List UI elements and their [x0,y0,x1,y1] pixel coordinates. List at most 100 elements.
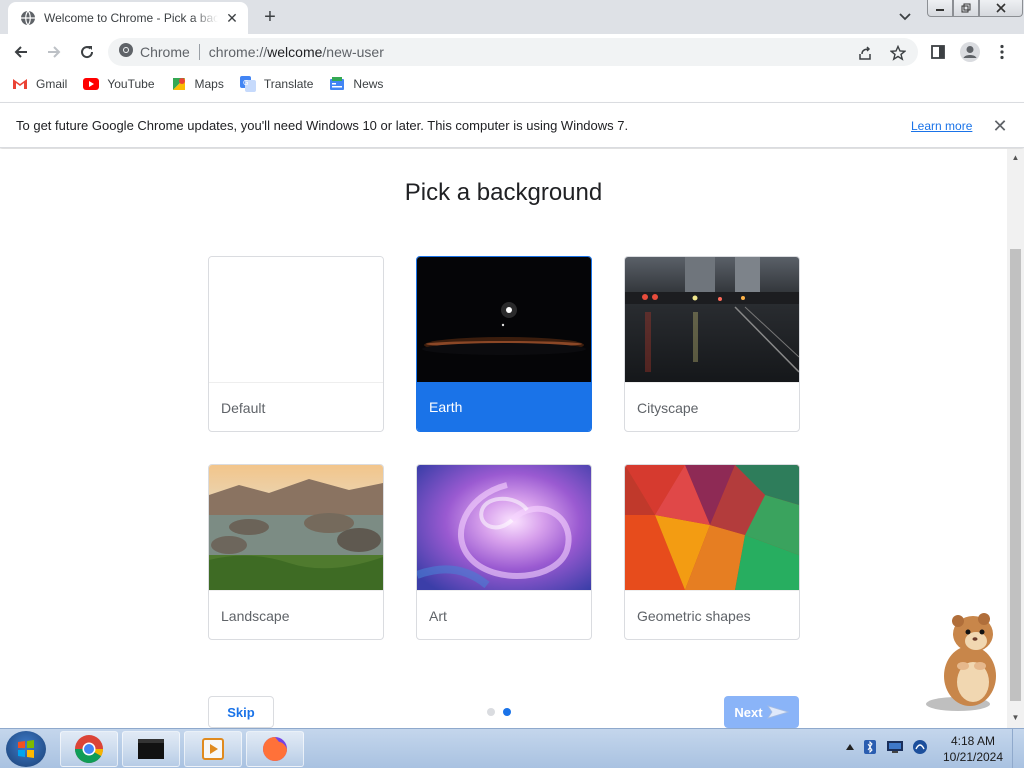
side-panel-button[interactable] [926,40,950,64]
youtube-icon [83,76,100,92]
share-icon[interactable] [856,44,874,62]
chrome-icon [75,735,103,763]
browser-toolbar: Chrome chrome://welcome/new-user [0,34,1024,70]
step-dot-2 [503,708,511,716]
forward-arrow-icon [48,46,61,58]
close-tab-icon[interactable]: ✕ [224,10,240,26]
tab-title: Welcome to Chrome - Pick a background [44,11,218,25]
reload-icon [81,46,94,59]
terminal-icon [138,739,164,759]
next-button[interactable]: Next [724,696,799,728]
gmail-icon [12,76,28,92]
background-card-default[interactable]: Default [208,256,384,432]
reload-button[interactable] [75,40,99,64]
bookmark-news[interactable]: News [329,76,383,92]
scroll-down-icon[interactable]: ▼ [1011,713,1020,722]
update-infobar: To get future Google Chrome updates, you… [0,102,1024,148]
step-dot-1 [487,708,495,716]
tab-welcome[interactable]: Welcome to Chrome - Pick a background ✕ [8,2,248,34]
background-card-art[interactable]: Art [416,464,592,640]
geometric-shapes-thumbnail [625,465,799,590]
menu-button[interactable] [990,40,1014,64]
tab-strip: Welcome to Chrome - Pick a background ✕ … [0,0,1024,34]
bookmarks-bar: Gmail YouTube Maps G Translate News [0,70,1024,98]
earth-thumbnail [417,257,591,382]
background-card-cityscape[interactable]: Cityscape [624,256,800,432]
welcome-page: Pick a background Default Earth Cityscap… [0,149,1007,728]
minimize-button[interactable] [927,0,953,17]
background-card-landscape[interactable]: Landscape [208,464,384,640]
firefox-icon [263,737,287,761]
card-label: Geometric shapes [625,590,799,639]
bookmark-gmail[interactable]: Gmail [12,76,67,92]
default-thumbnail [209,257,383,382]
bookmark-label: YouTube [107,77,155,91]
hamster-mascot-icon [926,613,996,711]
show-hidden-icons-icon[interactable] [846,744,854,750]
globe-icon [20,10,36,26]
media-player-icon [202,738,224,760]
profile-button[interactable] [958,40,982,64]
side-panel-icon [931,45,945,59]
bookmark-label: Gmail [36,77,68,91]
bluetooth-icon[interactable] [862,739,878,755]
background-card-geometric-shapes[interactable]: Geometric shapes [624,464,800,640]
taskbar-clock[interactable]: 4:18 AM 10/21/2024 [940,733,1006,765]
system-tray [846,739,936,755]
address-bar[interactable]: Chrome chrome://welcome/new-user [108,38,918,66]
page-title: Pick a background [404,179,603,206]
kebab-menu-icon [1000,44,1004,60]
window-controls [927,0,1023,18]
taskbar-chrome[interactable] [60,731,118,767]
close-window-button[interactable] [979,0,1023,17]
back-button[interactable] [9,40,33,64]
scrollbar-thumb[interactable] [1010,249,1021,701]
taskbar-terminal[interactable] [122,731,180,767]
learn-more-link[interactable]: Learn more [911,119,972,133]
site-chip: Chrome [140,44,190,60]
restore-button[interactable] [953,0,979,17]
chevron-down-icon[interactable] [895,8,915,26]
volume-icon[interactable] [912,739,928,755]
taskbar-media-player[interactable] [184,731,242,767]
divider [198,44,200,60]
taskbar-firefox[interactable] [246,731,304,767]
clock-date: 10/21/2024 [942,750,1004,764]
card-label: Cityscape [625,382,799,431]
paper-plane-icon [766,705,789,719]
bookmark-youtube[interactable]: YouTube [83,76,155,92]
card-label: Earth [417,382,591,431]
art-thumbnail [417,465,591,590]
display-icon[interactable] [886,739,904,755]
page-scrollbar[interactable]: ▲ ▼ [1007,149,1024,728]
bookmark-label: Maps [194,77,224,91]
windows-taskbar: 4:18 AM 10/21/2024 [0,728,1024,768]
url-text: chrome://welcome/new-user [208,44,384,60]
avatar-icon [960,42,980,62]
news-icon [329,76,345,92]
scroll-up-icon[interactable]: ▲ [1011,153,1020,162]
card-label: Default [209,382,383,431]
bookmark-star-icon[interactable] [889,44,907,62]
svg-text:G: G [243,79,248,87]
new-tab-button[interactable]: + [258,6,282,28]
cityscape-thumbnail [625,257,799,382]
forward-button[interactable] [42,40,66,64]
translate-icon: G [239,76,256,92]
close-icon[interactable]: ✕ [990,116,1010,136]
card-label: Landscape [209,590,383,639]
back-arrow-icon [14,46,27,58]
maps-icon [171,76,187,92]
clock-time: 4:18 AM [950,734,996,748]
start-button[interactable] [6,731,46,767]
bookmark-label: Translate [263,77,314,91]
infobar-message: To get future Google Chrome updates, you… [16,118,629,133]
show-desktop-button[interactable] [1012,729,1024,768]
next-label: Next [734,704,763,720]
windows-logo-icon [18,740,34,758]
bookmark-label: News [353,77,384,91]
bookmark-maps[interactable]: Maps [171,76,224,92]
background-card-earth[interactable]: Earth [416,256,592,432]
skip-button[interactable]: Skip [208,696,274,728]
bookmark-translate[interactable]: G Translate [239,76,314,92]
